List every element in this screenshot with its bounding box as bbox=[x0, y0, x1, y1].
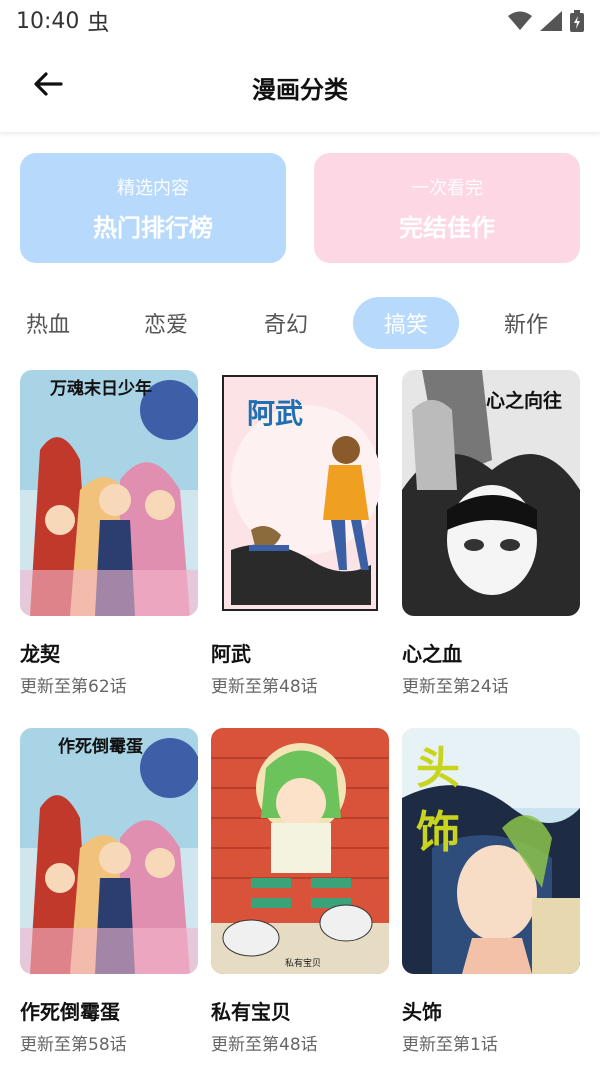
cover-title-text: 作死倒霉蛋 bbox=[58, 737, 143, 757]
debug-bug-icon: 虫 bbox=[87, 11, 110, 36]
battery-icon bbox=[570, 10, 584, 32]
comic-cover: 作死倒霉蛋 bbox=[20, 728, 198, 974]
cover-title-text: 私有宝贝 bbox=[285, 959, 322, 969]
promo-subtitle: 一次看完 bbox=[411, 177, 483, 199]
tab-rexue[interactable]: 热血 bbox=[0, 297, 101, 349]
arrow-left-icon bbox=[34, 72, 63, 96]
tab-gaoxiao[interactable]: 搞笑 bbox=[353, 297, 459, 349]
comic-update: 更新至第62话 bbox=[20, 677, 127, 697]
promo-row: 精选内容 热门排行榜 一次看完 完结佳作 bbox=[20, 153, 580, 263]
hot-ranking-card[interactable]: 精选内容 热门排行榜 bbox=[20, 153, 286, 263]
comic-title: 龙契 bbox=[20, 642, 60, 666]
comic-card[interactable]: 作死倒霉蛋 作死倒霉蛋 更新至第58话 bbox=[20, 728, 198, 1055]
comic-update: 更新至第48话 bbox=[211, 1035, 318, 1055]
status-right bbox=[508, 10, 584, 32]
page-title: 漫画分类 bbox=[252, 75, 348, 104]
comic-card[interactable]: 私有宝贝 私有宝贝 更新至第48话 bbox=[211, 728, 389, 1055]
back-button[interactable] bbox=[28, 64, 68, 104]
cover-title-text: 心之向往 bbox=[486, 390, 563, 412]
wifi-icon bbox=[508, 11, 532, 30]
promo-subtitle: 精选内容 bbox=[117, 177, 189, 199]
status-left: 10:40 虫 bbox=[16, 5, 109, 37]
comic-title: 阿武 bbox=[211, 642, 251, 666]
app-bar: 漫画分类 bbox=[0, 42, 600, 133]
promo-title: 完结佳作 bbox=[399, 213, 495, 242]
comic-card[interactable]: 阿武 阿武 更新至第48话 bbox=[211, 370, 389, 697]
comic-title: 私有宝贝 bbox=[211, 1000, 291, 1024]
category-tabs: 热血 恋爱 奇幻 搞笑 新作 bbox=[0, 297, 600, 349]
comic-cover: 头饰 bbox=[402, 728, 580, 974]
comic-card[interactable]: 心之向往 心之血 更新至第24话 bbox=[402, 370, 580, 697]
comic-cover: 心之向往 bbox=[402, 370, 580, 616]
tab-lianai[interactable]: 恋爱 bbox=[113, 297, 219, 349]
status-bar: 10:40 虫 bbox=[0, 0, 600, 42]
comic-card[interactable]: 万魂末日少年 龙契 更新至第62话 bbox=[20, 370, 198, 697]
signal-icon bbox=[540, 11, 562, 31]
cover-title-text: 阿武 bbox=[247, 397, 304, 430]
comic-update: 更新至第1话 bbox=[402, 1035, 498, 1055]
tab-qihuan[interactable]: 奇幻 bbox=[233, 297, 339, 349]
promo-title: 热门排行榜 bbox=[93, 213, 213, 242]
cover-title-text: 头饰 bbox=[416, 743, 500, 858]
comic-update: 更新至第24话 bbox=[402, 677, 509, 697]
completed-works-card[interactable]: 一次看完 完结佳作 bbox=[314, 153, 580, 263]
comic-title: 心之血 bbox=[402, 642, 462, 666]
comic-title: 作死倒霉蛋 bbox=[20, 1000, 120, 1024]
comic-cover: 万魂末日少年 bbox=[20, 370, 198, 616]
comic-update: 更新至第48话 bbox=[211, 677, 318, 697]
comic-update: 更新至第58话 bbox=[20, 1035, 127, 1055]
comic-card[interactable]: 头饰 头饰 更新至第1话 bbox=[402, 728, 580, 1055]
comic-cover: 阿武 bbox=[211, 370, 389, 616]
comic-title: 头饰 bbox=[402, 1000, 442, 1024]
cover-title-text: 万魂末日少年 bbox=[50, 379, 152, 399]
comic-cover: 私有宝贝 bbox=[211, 728, 389, 974]
status-time: 10:40 bbox=[16, 8, 80, 34]
tab-xinzuo[interactable]: 新作 bbox=[473, 297, 579, 349]
